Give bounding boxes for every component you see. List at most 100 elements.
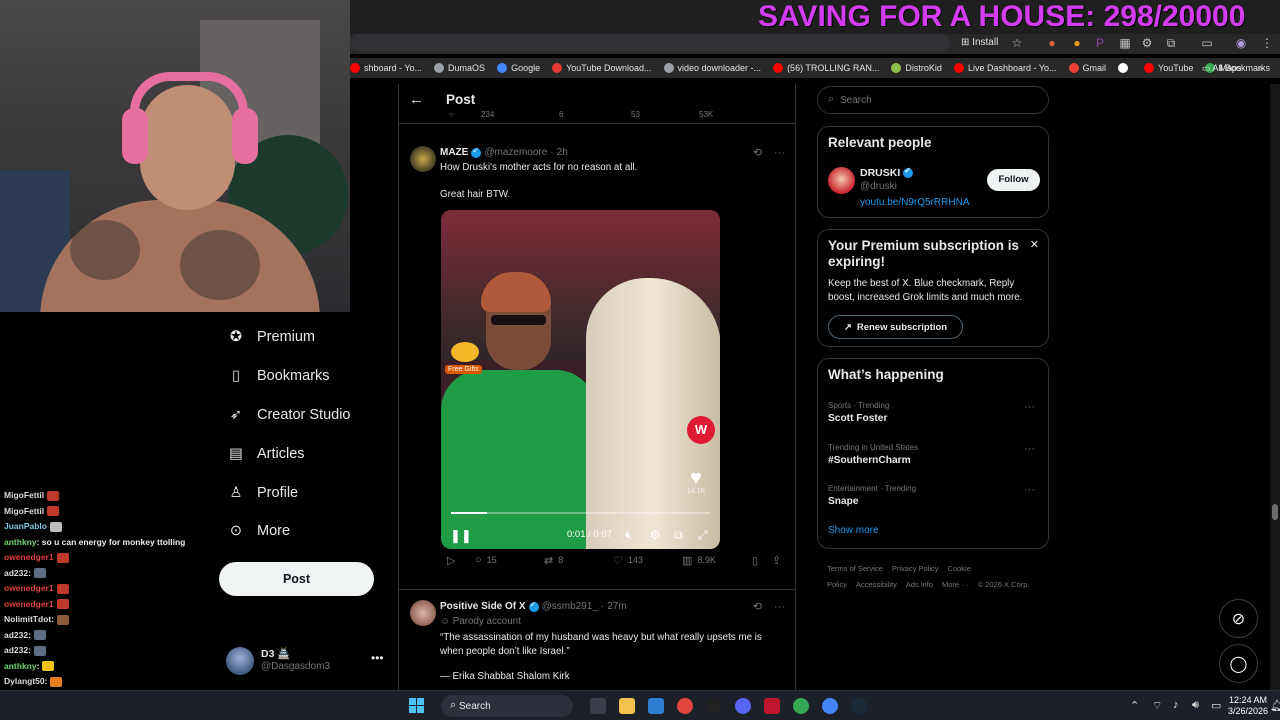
- bookmark-item[interactable]: [1118, 63, 1132, 73]
- microphone-icon[interactable]: ♪: [1173, 699, 1179, 711]
- chrome-icon[interactable]: [677, 698, 693, 714]
- nav-item-bookmarks[interactable]: ▯ Bookmarks: [215, 357, 395, 396]
- tweet[interactable]: Positive Side Of X @ssmb291_ · 27m ⟲ ···…: [399, 596, 795, 690]
- bookmark-item[interactable]: YouTube Download...: [552, 63, 652, 73]
- star-bookmark-icon[interactable]: ☆: [1010, 36, 1024, 50]
- trend-item[interactable]: Trending in United States #SouthernCharm ·…: [828, 443, 1040, 466]
- bookmark-item[interactable]: DumaOS: [434, 63, 485, 73]
- bookmark-item[interactable]: Gmail: [1068, 63, 1106, 73]
- video-player[interactable]: Free Gifts W ♥ 14.1K ❚❚ 0:01 / 0:07 🔇︎ ⚙…: [441, 210, 720, 549]
- trend-item[interactable]: Entertainment · Trending Snape ···: [828, 484, 1040, 507]
- nav-item-more[interactable]: ⊙ More: [215, 512, 395, 551]
- extension-icon[interactable]: ▦: [1118, 36, 1132, 50]
- volume-icon[interactable]: 🔊︎: [1192, 699, 1199, 712]
- nav-item-premium[interactable]: ✪ Premium: [215, 318, 395, 357]
- scrollbar[interactable]: [1270, 84, 1280, 690]
- windows-start-icon[interactable]: [409, 698, 425, 714]
- nav-item-profile[interactable]: ♙ Profile: [215, 473, 395, 512]
- follow-button[interactable]: Follow: [987, 169, 1040, 191]
- extensions-puzzle-icon[interactable]: ⧉: [1164, 36, 1178, 50]
- install-app-button[interactable]: ⊞ Install: [955, 35, 1004, 51]
- avatar[interactable]: [828, 167, 855, 194]
- reply-button[interactable]: ○ 15: [475, 554, 497, 566]
- reply-icon[interactable]: ○: [449, 110, 454, 119]
- grok-icon[interactable]: ⟲: [753, 146, 762, 159]
- bookmark-item[interactable]: Live Dashboard - Yo...: [953, 63, 1057, 73]
- file-explorer-icon[interactable]: [619, 698, 635, 714]
- like-button[interactable]: ♡ 143: [613, 554, 643, 567]
- taskbar-clock[interactable]: 12:24 AM 3/26/2026: [1228, 695, 1268, 717]
- extension-icon[interactable]: ●: [1045, 36, 1059, 50]
- show-more-link[interactable]: Show more: [828, 525, 879, 536]
- footer-link[interactable]: Accessibility: [856, 580, 897, 589]
- pause-icon[interactable]: ❚❚: [450, 528, 472, 544]
- nav-item-articles[interactable]: ▤ Articles: [215, 434, 395, 473]
- picture-in-picture-icon[interactable]: ⧉: [674, 528, 683, 543]
- bookmark-item[interactable]: Google: [497, 63, 540, 73]
- profile-link[interactable]: youtu.be/N9rQ5rRRHNA: [860, 197, 969, 208]
- adobe-icon[interactable]: [764, 698, 780, 714]
- task-view-icon[interactable]: [590, 698, 606, 714]
- author-name[interactable]: Positive Side Of X: [440, 601, 526, 612]
- settings-gear-icon[interactable]: ⚙: [650, 528, 661, 542]
- tweet[interactable]: MAZE @mazemoore · 2h ⟲ ··· How Druski's …: [399, 140, 795, 620]
- video-progress-bar[interactable]: [451, 512, 710, 514]
- footer-link[interactable]: © 2026 X Corp.: [978, 580, 1030, 589]
- taskbar-search[interactable]: ⌕ Search: [441, 695, 573, 717]
- all-bookmarks-folder[interactable]: ▭ All Bookmarks: [1202, 58, 1270, 78]
- post-button[interactable]: Post: [219, 562, 374, 596]
- author-handle[interactable]: @mazemoore: [484, 147, 547, 158]
- view-icon[interactable]: ▷: [447, 554, 460, 567]
- nav-item-creator-studio[interactable]: ➶ Creator Studio: [215, 396, 395, 435]
- extension-icon[interactable]: ⚙: [1140, 36, 1154, 50]
- views-button[interactable]: ▥ 8.9K: [682, 554, 716, 567]
- side-panel-icon[interactable]: ▭: [1200, 36, 1214, 50]
- bookmark-item[interactable]: video downloader -...: [663, 63, 761, 73]
- avatar[interactable]: [410, 146, 436, 172]
- search-input[interactable]: ⌕ Search: [817, 86, 1049, 114]
- browser-menu-icon[interactable]: ⋮: [1260, 36, 1274, 50]
- obs-icon[interactable]: [706, 698, 722, 714]
- bookmark-item[interactable]: YouTube: [1144, 63, 1193, 73]
- footer-link[interactable]: Ads info: [906, 580, 933, 589]
- address-bar[interactable]: [350, 34, 950, 52]
- fullscreen-icon[interactable]: ⤢: [698, 528, 708, 543]
- battery-icon[interactable]: ▭: [1211, 699, 1221, 712]
- author-name[interactable]: MAZE: [440, 147, 468, 158]
- relevant-person-name[interactable]: DRUSKI: [860, 166, 914, 179]
- more-dots-icon[interactable]: ···: [1024, 484, 1035, 496]
- bookmark-icon[interactable]: ▯: [752, 554, 763, 567]
- extension-icon[interactable]: ●: [1070, 36, 1084, 50]
- renew-subscription-button[interactable]: ↗ Renew subscription: [828, 315, 963, 339]
- more-dots-icon[interactable]: ···: [1024, 443, 1035, 455]
- chrome-icon[interactable]: [793, 698, 809, 714]
- bookmark-item[interactable]: DistroKid: [891, 63, 942, 73]
- repost-button[interactable]: ⇄ 8: [544, 554, 563, 567]
- back-arrow-icon[interactable]: ←: [409, 91, 424, 108]
- post-time[interactable]: 27m: [607, 601, 626, 612]
- trend-item[interactable]: Sports · Trending Scott Foster ···: [828, 401, 1040, 424]
- notification-bell-icon[interactable]: 🔔︎: [1270, 699, 1280, 712]
- bookmark-item[interactable]: (56) TROLLING RAN...: [773, 63, 879, 73]
- more-dots-icon[interactable]: ···: [1024, 401, 1035, 413]
- discord-icon[interactable]: [735, 698, 751, 714]
- tray-chevron-icon[interactable]: ⌃: [1130, 699, 1139, 712]
- mute-icon[interactable]: 🔇︎: [625, 528, 633, 543]
- footer-link[interactable]: More ···: [942, 580, 969, 589]
- account-switcher[interactable]: D3 🏯 @Dasgasdom3 •••: [226, 645, 396, 677]
- store-icon[interactable]: [648, 698, 664, 714]
- post-time[interactable]: 2h: [557, 147, 568, 158]
- messages-button[interactable]: ◯: [1219, 644, 1258, 683]
- footer-link[interactable]: Privacy Policy: [892, 564, 939, 573]
- avatar[interactable]: [410, 600, 436, 626]
- relevant-person-handle[interactable]: @druski: [860, 181, 897, 192]
- grok-icon[interactable]: ⟲: [753, 600, 762, 613]
- extension-icon[interactable]: P: [1093, 36, 1107, 50]
- wifi-icon[interactable]: ⌔: [1152, 699, 1162, 713]
- profile-avatar-icon[interactable]: ◉: [1234, 36, 1248, 50]
- share-icon[interactable]: ⇪: [772, 554, 786, 567]
- footer-link[interactable]: Terms of Service: [827, 564, 883, 573]
- steam-icon[interactable]: [851, 698, 867, 714]
- grok-button[interactable]: ⊘: [1219, 599, 1258, 638]
- author-handle[interactable]: @ssmb291_: [542, 601, 598, 612]
